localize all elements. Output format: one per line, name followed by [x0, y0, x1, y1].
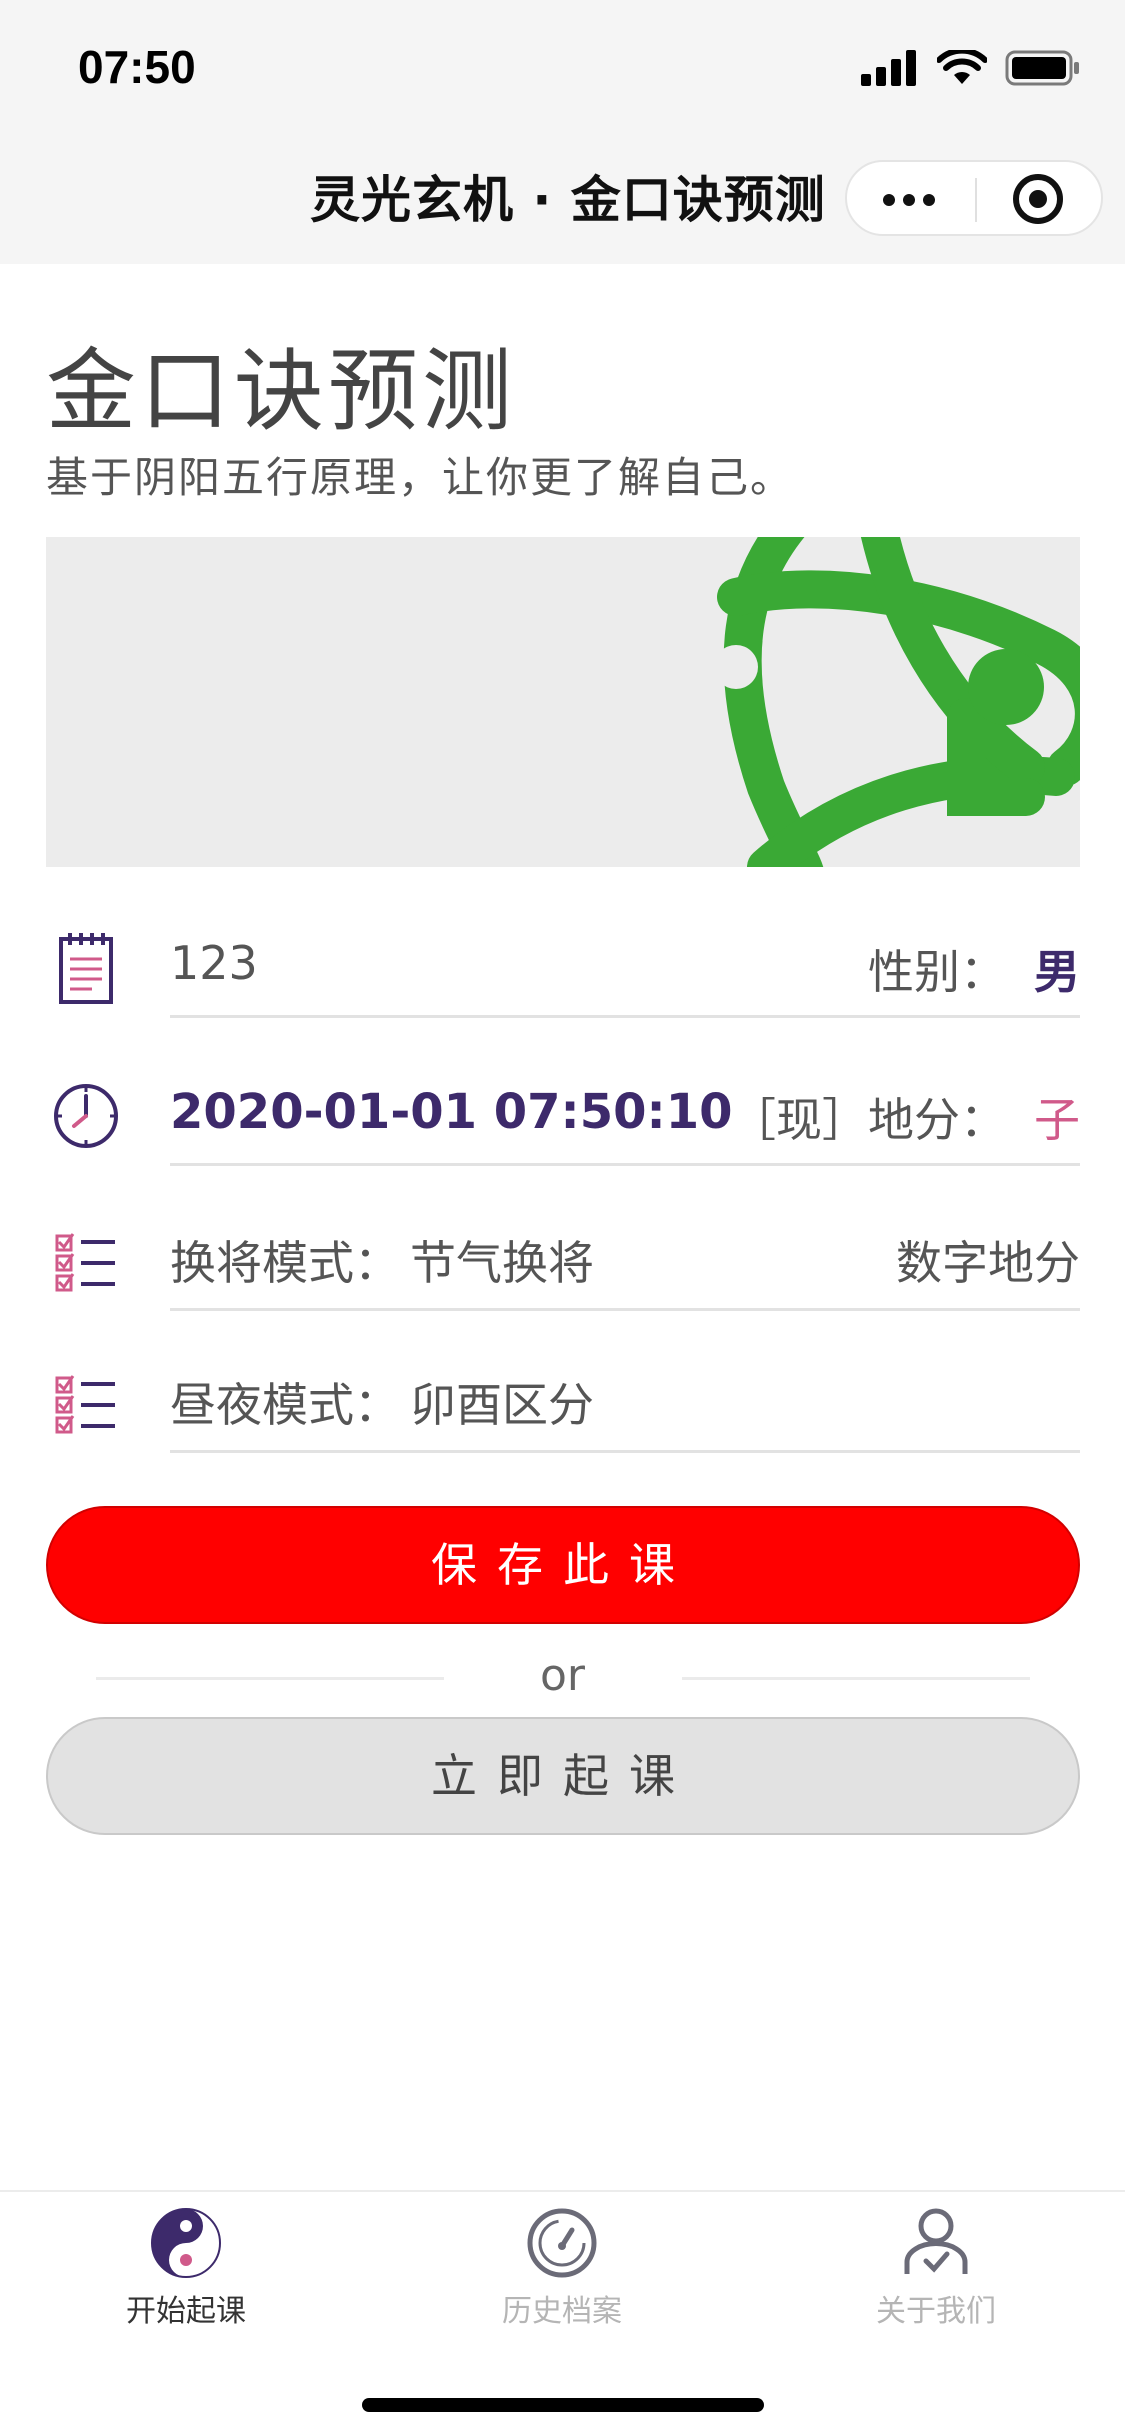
- name-field[interactable]: 123 性别： 男: [170, 920, 1080, 1018]
- number-difen-option[interactable]: 数字地分: [896, 1227, 1080, 1293]
- gender-value[interactable]: 男: [1034, 936, 1080, 1002]
- huanjiang-row: 换将模式： 节气换将 数字地分: [46, 1215, 1080, 1311]
- tab-about[interactable]: 关于我们: [816, 2206, 1056, 2330]
- datetime-row: 2020-01-01 07:50:10 ［现］ 地分： 子: [46, 1068, 1080, 1166]
- zhouye-label: 昼夜模式：: [170, 1378, 400, 1432]
- status-bar: 07:50: [0, 0, 1125, 130]
- wifi-icon: [937, 50, 987, 84]
- or-divider-right: [682, 1677, 1030, 1680]
- close-target-icon[interactable]: [1013, 174, 1063, 224]
- zhouye-field[interactable]: 昼夜模式： 卯酉区分: [170, 1357, 1080, 1453]
- capsule-divider: [975, 178, 977, 222]
- battery-icon: [1005, 50, 1079, 86]
- status-icons: [861, 48, 1081, 88]
- now-tag[interactable]: ［现］: [730, 1084, 868, 1150]
- datetime-value[interactable]: 2020-01-01 07:50:10: [170, 1084, 733, 1140]
- tab-about-label: 关于我们: [876, 2294, 996, 2329]
- datetime-field[interactable]: 2020-01-01 07:50:10 ［现］ 地分： 子: [170, 1068, 1080, 1166]
- user-check-icon: [904, 2208, 968, 2274]
- save-lesson-button[interactable]: 保存此课: [46, 1506, 1080, 1624]
- zhouye-row: 昼夜模式： 卯酉区分: [46, 1357, 1080, 1453]
- difen-label: 地分：: [868, 1093, 1006, 1147]
- clock-icon: [46, 1076, 126, 1156]
- name-input[interactable]: 123: [170, 936, 258, 990]
- tab-start[interactable]: 开始起课: [66, 2206, 306, 2330]
- start-now-button[interactable]: 立即起课: [46, 1717, 1080, 1835]
- huanjiang-value[interactable]: 节气换将: [410, 1227, 594, 1293]
- tab-start-label: 开始起课: [126, 2294, 246, 2329]
- difen-value[interactable]: 子: [1034, 1084, 1080, 1150]
- notepad-icon: [46, 928, 126, 1008]
- checklist-icon: [46, 1365, 126, 1445]
- huanjiang-field[interactable]: 换将模式： 节气换将 数字地分: [170, 1215, 1080, 1311]
- banner-image: [46, 537, 1080, 867]
- signal-icon: [861, 50, 916, 86]
- gender-label: 性别：: [868, 945, 1006, 999]
- tab-bar: 开始起课 历史档案 关于我们: [0, 2190, 1125, 2436]
- huanjiang-label: 换将模式：: [170, 1236, 400, 1290]
- mini-program-capsule: [845, 160, 1103, 236]
- navigation-bar: 灵光玄机 · 金口诀预测: [0, 130, 1125, 264]
- page-title: 金口诀预测: [46, 339, 516, 444]
- status-time: 07:50: [78, 41, 196, 93]
- tab-history[interactable]: 历史档案: [442, 2206, 682, 2330]
- nav-title: 灵光玄机 · 金口诀预测: [310, 171, 826, 229]
- checklist-icon: [46, 1223, 126, 1303]
- name-row: 123 性别： 男: [46, 920, 1080, 1018]
- green-logo-graphic: [714, 537, 1080, 867]
- home-indicator: [362, 2398, 764, 2412]
- yin-yang-icon: [151, 2208, 221, 2278]
- or-divider-left: [96, 1677, 444, 1680]
- more-icon[interactable]: [883, 194, 935, 206]
- page-subtitle: 基于阴阳五行原理，让你更了解自己。: [46, 453, 795, 502]
- or-text: or: [539, 1650, 585, 1701]
- zhouye-value[interactable]: 卯酉区分: [410, 1369, 594, 1435]
- gauge-icon: [527, 2208, 597, 2278]
- tab-history-label: 历史档案: [502, 2294, 622, 2329]
